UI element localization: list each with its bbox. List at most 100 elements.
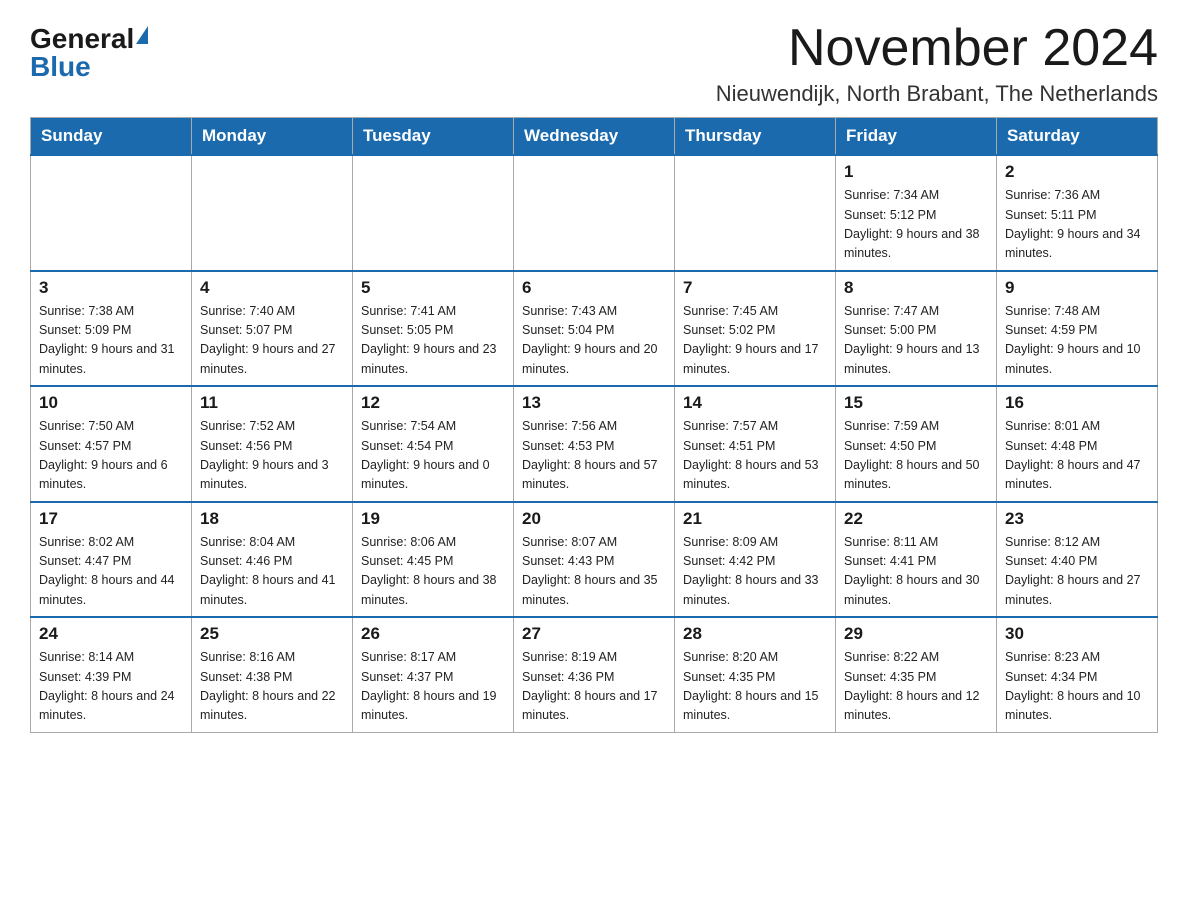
- day-detail: Sunrise: 8:23 AM Sunset: 4:34 PM Dayligh…: [1005, 648, 1149, 726]
- day-number: 7: [683, 278, 827, 298]
- location-subtitle: Nieuwendijk, North Brabant, The Netherla…: [716, 81, 1158, 107]
- day-number: 3: [39, 278, 183, 298]
- day-number: 8: [844, 278, 988, 298]
- day-detail: Sunrise: 8:17 AM Sunset: 4:37 PM Dayligh…: [361, 648, 505, 726]
- day-detail: Sunrise: 7:59 AM Sunset: 4:50 PM Dayligh…: [844, 417, 988, 495]
- day-number: 23: [1005, 509, 1149, 529]
- calendar-cell: 6 Sunrise: 7:43 AM Sunset: 5:04 PM Daylig…: [514, 271, 675, 387]
- day-detail: Sunrise: 8:12 AM Sunset: 4:40 PM Dayligh…: [1005, 533, 1149, 611]
- calendar-week-row: 10 Sunrise: 7:50 AM Sunset: 4:57 PM Dayli…: [31, 386, 1158, 502]
- calendar-cell: 27 Sunrise: 8:19 AM Sunset: 4:36 PM Dayli…: [514, 617, 675, 732]
- day-number: 24: [39, 624, 183, 644]
- day-number: 2: [1005, 162, 1149, 182]
- calendar-week-row: 17Sunrise: 8:02 AM Sunset: 4:47 PM Dayli…: [31, 502, 1158, 618]
- day-number: 30: [1005, 624, 1149, 644]
- day-detail: Sunrise: 8:19 AM Sunset: 4:36 PM Dayligh…: [522, 648, 666, 726]
- calendar-week-row: 1 Sunrise: 7:34 AM Sunset: 5:12 PM Daylig…: [31, 155, 1158, 271]
- calendar-cell: 26 Sunrise: 8:17 AM Sunset: 4:37 PM Dayli…: [353, 617, 514, 732]
- calendar-cell: 30 Sunrise: 8:23 AM Sunset: 4:34 PM Dayli…: [997, 617, 1158, 732]
- day-detail: Sunrise: 8:14 AM Sunset: 4:39 PM Dayligh…: [39, 648, 183, 726]
- logo: General Blue: [30, 20, 148, 81]
- day-detail: Sunrise: 7:50 AM Sunset: 4:57 PM Dayligh…: [39, 417, 183, 495]
- calendar-cell: 4 Sunrise: 7:40 AM Sunset: 5:07 PM Daylig…: [192, 271, 353, 387]
- calendar-cell: 9 Sunrise: 7:48 AM Sunset: 4:59 PM Daylig…: [997, 271, 1158, 387]
- day-detail: Sunrise: 8:11 AM Sunset: 4:41 PM Dayligh…: [844, 533, 988, 611]
- calendar-cell: 5 Sunrise: 7:41 AM Sunset: 5:05 PM Daylig…: [353, 271, 514, 387]
- calendar-cell: 12 Sunrise: 7:54 AM Sunset: 4:54 PM Dayli…: [353, 386, 514, 502]
- calendar-cell: 13 Sunrise: 7:56 AM Sunset: 4:53 PM Dayli…: [514, 386, 675, 502]
- day-detail: Sunrise: 7:54 AM Sunset: 4:54 PM Dayligh…: [361, 417, 505, 495]
- day-detail: Sunrise: 7:38 AM Sunset: 5:09 PM Dayligh…: [39, 302, 183, 380]
- calendar-cell: 16 Sunrise: 8:01 AM Sunset: 4:48 PM Dayli…: [997, 386, 1158, 502]
- calendar-cell: 14Sunrise: 7:57 AM Sunset: 4:51 PM Dayli…: [675, 386, 836, 502]
- calendar-cell: 22Sunrise: 8:11 AM Sunset: 4:41 PM Dayli…: [836, 502, 997, 618]
- calendar-cell: 10 Sunrise: 7:50 AM Sunset: 4:57 PM Dayli…: [31, 386, 192, 502]
- day-number: 11: [200, 393, 344, 413]
- day-number: 25: [200, 624, 344, 644]
- calendar-cell: 23 Sunrise: 8:12 AM Sunset: 4:40 PM Dayli…: [997, 502, 1158, 618]
- day-detail: Sunrise: 7:34 AM Sunset: 5:12 PM Dayligh…: [844, 186, 988, 264]
- calendar-table: Sunday Monday Tuesday Wednesday Thursday…: [30, 117, 1158, 733]
- header-saturday: Saturday: [997, 118, 1158, 156]
- day-number: 9: [1005, 278, 1149, 298]
- calendar-cell: [192, 155, 353, 271]
- day-number: 4: [200, 278, 344, 298]
- day-number: 6: [522, 278, 666, 298]
- header-sunday: Sunday: [31, 118, 192, 156]
- day-detail: Sunrise: 7:36 AM Sunset: 5:11 PM Dayligh…: [1005, 186, 1149, 264]
- calendar-cell: 28 Sunrise: 8:20 AM Sunset: 4:35 PM Dayli…: [675, 617, 836, 732]
- calendar-cell: [31, 155, 192, 271]
- day-number: 1: [844, 162, 988, 182]
- day-number: 13: [522, 393, 666, 413]
- day-detail: Sunrise: 7:43 AM Sunset: 5:04 PM Dayligh…: [522, 302, 666, 380]
- calendar-cell: 25Sunrise: 8:16 AM Sunset: 4:38 PM Dayli…: [192, 617, 353, 732]
- day-detail: Sunrise: 7:48 AM Sunset: 4:59 PM Dayligh…: [1005, 302, 1149, 380]
- day-detail: Sunrise: 8:09 AM Sunset: 4:42 PM Dayligh…: [683, 533, 827, 611]
- logo-blue-text: Blue: [30, 53, 91, 81]
- calendar-cell: 11 Sunrise: 7:52 AM Sunset: 4:56 PM Dayli…: [192, 386, 353, 502]
- month-year-title: November 2024: [716, 20, 1158, 77]
- day-number: 16: [1005, 393, 1149, 413]
- calendar-cell: [514, 155, 675, 271]
- title-area: November 2024 Nieuwendijk, North Brabant…: [716, 20, 1158, 107]
- day-number: 12: [361, 393, 505, 413]
- calendar-cell: 20 Sunrise: 8:07 AM Sunset: 4:43 PM Dayli…: [514, 502, 675, 618]
- day-number: 18: [200, 509, 344, 529]
- calendar-cell: 7Sunrise: 7:45 AM Sunset: 5:02 PM Daylig…: [675, 271, 836, 387]
- day-detail: Sunrise: 8:07 AM Sunset: 4:43 PM Dayligh…: [522, 533, 666, 611]
- day-number: 26: [361, 624, 505, 644]
- calendar-week-row: 3 Sunrise: 7:38 AM Sunset: 5:09 PM Daylig…: [31, 271, 1158, 387]
- day-number: 15: [844, 393, 988, 413]
- day-number: 21: [683, 509, 827, 529]
- calendar-cell: 18Sunrise: 8:04 AM Sunset: 4:46 PM Dayli…: [192, 502, 353, 618]
- day-detail: Sunrise: 7:41 AM Sunset: 5:05 PM Dayligh…: [361, 302, 505, 380]
- day-number: 29: [844, 624, 988, 644]
- header-wednesday: Wednesday: [514, 118, 675, 156]
- calendar-header-row: Sunday Monday Tuesday Wednesday Thursday…: [31, 118, 1158, 156]
- header-friday: Friday: [836, 118, 997, 156]
- logo-triangle-icon: [136, 26, 148, 44]
- day-detail: Sunrise: 8:01 AM Sunset: 4:48 PM Dayligh…: [1005, 417, 1149, 495]
- calendar-cell: 2 Sunrise: 7:36 AM Sunset: 5:11 PM Daylig…: [997, 155, 1158, 271]
- day-detail: Sunrise: 8:20 AM Sunset: 4:35 PM Dayligh…: [683, 648, 827, 726]
- calendar-cell: 19Sunrise: 8:06 AM Sunset: 4:45 PM Dayli…: [353, 502, 514, 618]
- day-number: 27: [522, 624, 666, 644]
- day-number: 14: [683, 393, 827, 413]
- header-monday: Monday: [192, 118, 353, 156]
- day-detail: Sunrise: 8:02 AM Sunset: 4:47 PM Dayligh…: [39, 533, 183, 611]
- calendar-cell: [675, 155, 836, 271]
- day-number: 5: [361, 278, 505, 298]
- calendar-cell: 3 Sunrise: 7:38 AM Sunset: 5:09 PM Daylig…: [31, 271, 192, 387]
- day-detail: Sunrise: 7:40 AM Sunset: 5:07 PM Dayligh…: [200, 302, 344, 380]
- day-detail: Sunrise: 7:52 AM Sunset: 4:56 PM Dayligh…: [200, 417, 344, 495]
- logo-general-text: General: [30, 25, 134, 53]
- day-number: 10: [39, 393, 183, 413]
- day-number: 20: [522, 509, 666, 529]
- day-detail: Sunrise: 7:47 AM Sunset: 5:00 PM Dayligh…: [844, 302, 988, 380]
- day-detail: Sunrise: 8:22 AM Sunset: 4:35 PM Dayligh…: [844, 648, 988, 726]
- day-number: 28: [683, 624, 827, 644]
- day-detail: Sunrise: 7:56 AM Sunset: 4:53 PM Dayligh…: [522, 417, 666, 495]
- calendar-cell: 1 Sunrise: 7:34 AM Sunset: 5:12 PM Daylig…: [836, 155, 997, 271]
- calendar-cell: 29 Sunrise: 8:22 AM Sunset: 4:35 PM Dayli…: [836, 617, 997, 732]
- calendar-cell: 24 Sunrise: 8:14 AM Sunset: 4:39 PM Dayli…: [31, 617, 192, 732]
